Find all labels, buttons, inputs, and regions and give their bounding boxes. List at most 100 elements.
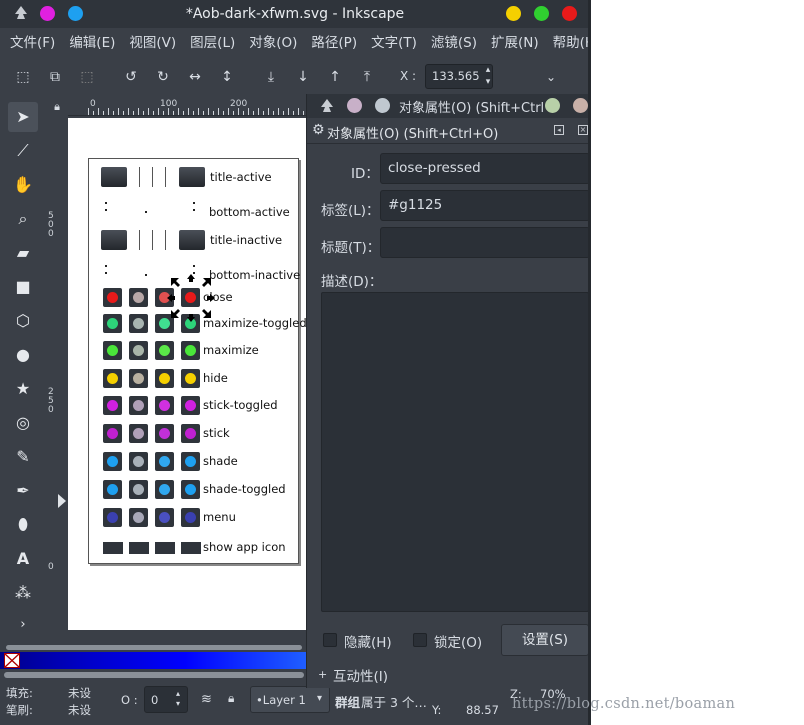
titlebar-middle-segment[interactable] (139, 230, 140, 250)
lock-checkbox[interactable] (413, 633, 427, 647)
collapse-arrow-icon[interactable] (58, 494, 66, 508)
selection-handles[interactable] (166, 273, 226, 323)
calligraphy-tool-icon[interactable]: ⬮ (8, 510, 38, 540)
drawing-row-show-app-icon[interactable]: show app icon (89, 537, 300, 559)
select-all-layers-icon[interactable]: ⧉ (46, 68, 64, 86)
button-state-pressed[interactable] (181, 508, 200, 527)
dock-tab-3-icon[interactable] (545, 98, 560, 113)
menu-icon-box[interactable] (103, 542, 123, 554)
measure-tool-icon[interactable]: ▰ (8, 238, 38, 268)
rotate-cw-icon[interactable]: ↻ (154, 68, 172, 86)
button-state-prelight[interactable] (155, 452, 174, 471)
button-state-inactive[interactable] (129, 396, 148, 415)
menu-help[interactable]: 帮助(H) (553, 30, 590, 56)
node-tool-icon[interactable]: ⟋ (8, 136, 38, 166)
x-stepper-icon[interactable]: ▴ ▾ (479, 64, 497, 88)
button-state-pressed[interactable] (181, 424, 200, 443)
button-state-normal[interactable] (103, 424, 122, 443)
drawing-row-shade[interactable]: shade (89, 451, 300, 473)
titlebar-right-segment[interactable] (179, 230, 205, 250)
flip-horizontal-icon[interactable]: ↔ (186, 68, 204, 86)
chevron-down-icon[interactable]: ⌄ (542, 68, 560, 86)
3d-box-tool-icon[interactable]: ⬡ (8, 306, 38, 336)
pencil-tool-icon[interactable]: ✎ (8, 442, 38, 472)
button-state-pressed[interactable] (181, 452, 200, 471)
button-state-normal[interactable] (103, 314, 122, 333)
document-page[interactable]: title-active bottom-active title-inactive b… (88, 158, 306, 564)
ellipse-tool-icon[interactable]: ● (8, 340, 38, 370)
layer-lock-icon[interactable]: 🔒︎ (228, 691, 234, 706)
button-state-prelight[interactable] (155, 341, 174, 360)
id-input[interactable]: close-pressed (380, 153, 590, 184)
titlebar-middle-segment[interactable] (165, 167, 166, 187)
menu-filters[interactable]: 滤镜(S) (431, 30, 477, 56)
drawing-row-title-inactive[interactable]: title-inactive (89, 230, 300, 252)
window-maximize-button[interactable] (534, 6, 549, 21)
color-palette[interactable] (0, 652, 308, 669)
menu-view[interactable]: 视图(V) (129, 30, 176, 56)
menu-file[interactable]: 文件(F) (10, 30, 55, 56)
drawing-row-menu[interactable]: menu (89, 507, 300, 529)
raise-top-icon[interactable]: ⤒ (358, 68, 376, 86)
opacity-input[interactable]: 0 ▴ ▾ (144, 686, 188, 713)
layer-list-icon[interactable]: ≋ (201, 692, 212, 707)
button-state-inactive[interactable] (129, 288, 148, 307)
button-state-pressed[interactable] (181, 480, 200, 499)
dock-tab-4-icon[interactable] (573, 98, 588, 113)
palette-scrollbar[interactable] (4, 672, 304, 678)
lock-guides-icon[interactable]: 🔒︎ (50, 100, 64, 114)
menu-text[interactable]: 文字(T) (371, 30, 417, 56)
button-state-prelight[interactable] (155, 369, 174, 388)
no-paint-swatch-icon[interactable] (4, 653, 20, 668)
menu-edit[interactable]: 编辑(E) (69, 30, 115, 56)
border-segment[interactable] (145, 211, 147, 213)
button-state-prelight[interactable] (155, 424, 174, 443)
rotate-ccw-icon[interactable]: ↺ (122, 68, 140, 86)
spiral-tool-icon[interactable]: ◎ (8, 408, 38, 438)
title-input[interactable] (380, 227, 590, 258)
border-segment[interactable] (193, 209, 195, 211)
button-state-inactive[interactable] (129, 480, 148, 499)
titlebar-middle-segment[interactable] (165, 230, 166, 250)
button-state-prelight[interactable] (155, 396, 174, 415)
zoom-tool-icon[interactable]: ⌕ (8, 204, 38, 234)
drawing-row-maximize[interactable]: maximize (89, 340, 300, 362)
border-segment[interactable] (105, 209, 107, 211)
button-state-prelight[interactable] (155, 480, 174, 499)
button-state-normal[interactable] (103, 480, 122, 499)
menu-extensions[interactable]: 扩展(N) (491, 30, 539, 56)
border-segment[interactable] (105, 265, 107, 267)
fill-value[interactable]: 未设 (68, 685, 91, 701)
horizontal-scrollbar[interactable] (0, 642, 306, 652)
border-segment[interactable] (105, 272, 107, 274)
titlebar-middle-segment[interactable] (139, 167, 140, 187)
layer-selector[interactable]: •Layer 1 ▾ (250, 686, 330, 713)
titlebar-left-segment[interactable] (101, 230, 127, 250)
dock-tab-title[interactable]: 对象属性(O) (Shift+Ctrl (399, 97, 544, 116)
label-input[interactable]: #g1125 (380, 190, 590, 221)
button-state-inactive[interactable] (129, 341, 148, 360)
lower-bottom-icon[interactable]: ⤓ (262, 68, 280, 86)
tweak-tool-icon[interactable]: ✋ (8, 170, 38, 200)
drawing-row-title-active[interactable]: title-active (89, 167, 300, 189)
spray-tool-icon[interactable]: ⁂ (8, 578, 38, 608)
raise-icon[interactable]: ↑ (326, 68, 344, 86)
border-segment[interactable] (145, 274, 147, 276)
drawing-row-bottom-active[interactable]: bottom-active (89, 200, 300, 222)
drawing-row-shade-toggled[interactable]: shade-toggled (89, 479, 300, 501)
button-state-normal[interactable] (103, 508, 122, 527)
button-state-inactive[interactable] (129, 452, 148, 471)
titlebar-right-segment[interactable] (179, 167, 205, 187)
pen-tool-icon[interactable]: ✒ (8, 476, 38, 506)
menu-icon-box[interactable] (129, 542, 149, 554)
lower-icon[interactable]: ↓ (294, 68, 312, 86)
horizontal-scrollbar-thumb[interactable] (6, 645, 302, 650)
titlebar-middle-segment[interactable] (152, 167, 153, 187)
titlebar-middle-segment[interactable] (152, 230, 153, 250)
button-state-normal[interactable] (103, 396, 122, 415)
titlebar-left-segment[interactable] (101, 167, 127, 187)
button-state-inactive[interactable] (129, 508, 148, 527)
border-segment[interactable] (193, 202, 195, 204)
drawing-row-hide[interactable]: hide (89, 368, 300, 390)
button-state-pressed[interactable] (181, 396, 200, 415)
